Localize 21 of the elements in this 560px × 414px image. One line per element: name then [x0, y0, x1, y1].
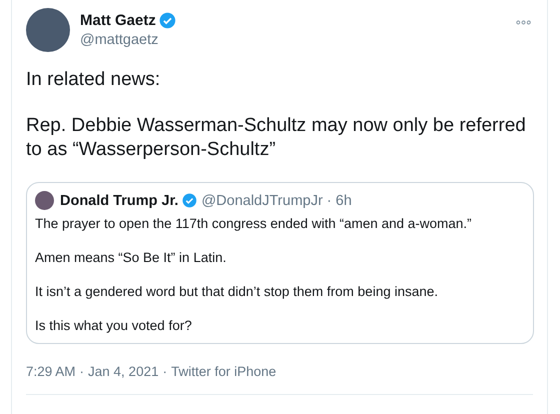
quoted-tweet-time: 6h	[336, 192, 352, 208]
tweet-text: Rep. Debbie Wasserman-Schultz may now only be referred to as “Wasserperson-Schultz”	[26, 114, 526, 162]
quoted-author-name: Donald Trump Jr.	[60, 192, 178, 208]
quoted-tweet-text: It isn’t a gendered word but that didn’t stop them from being insane.	[35, 283, 439, 301]
quoted-tweet-text: The prayer to open the 117th congress ended with “amen and a-woman.”	[35, 215, 473, 233]
separator-dot: ·	[162, 364, 168, 379]
quoted-tweet-text: Is this what you voted for?	[35, 317, 193, 335]
author-handle[interactable]: @mattgaetz	[80, 32, 176, 48]
tweet-meta-text[interactable]: Twitter for iPhone	[171, 364, 276, 379]
tweet-text: In related news:	[26, 68, 162, 92]
avatar-photo-placeholder	[35, 191, 54, 210]
more-options-icon[interactable]	[516, 20, 531, 25]
separator-dot: ·	[80, 364, 84, 379]
tweet-meta-text: 7:29 AM	[26, 364, 76, 379]
quoted-tweet-card[interactable]	[26, 182, 534, 344]
author-name[interactable]: Matt Gaetz	[80, 12, 156, 29]
quoted-author-handle: @DonaldJTrumpJr	[201, 192, 323, 208]
avatar-photo-placeholder[interactable]	[26, 8, 70, 52]
quoted-tweet-text: Amen means “So Be It” in Latin.	[35, 249, 228, 267]
separator-dot: ·	[326, 192, 332, 208]
tweet-meta-text: Jan 4, 2021	[88, 364, 159, 379]
